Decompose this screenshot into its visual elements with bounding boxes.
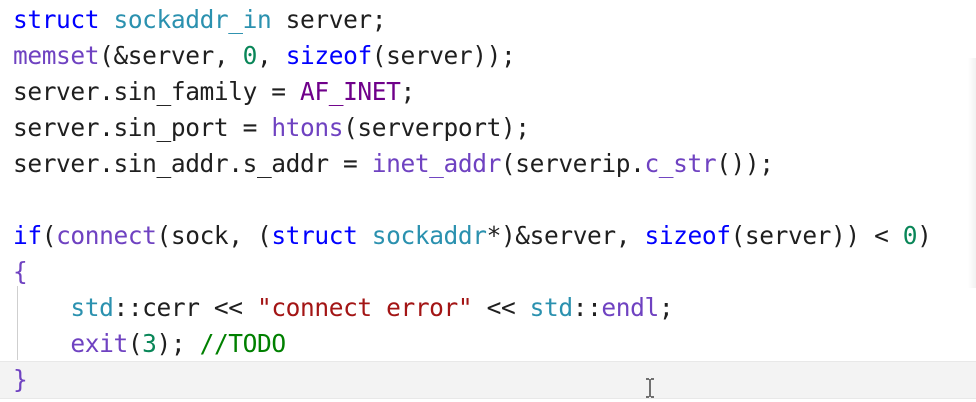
code-token: 0 xyxy=(242,41,258,70)
code-token: (sock, ( xyxy=(156,221,272,250)
code-token: ( xyxy=(127,329,143,358)
code-token: inet_addr xyxy=(371,149,502,178)
code-line-7[interactable]: if(connect(sock, (struct sockaddr*)&serv… xyxy=(13,219,932,253)
code-token: htons xyxy=(271,113,344,142)
code-token: sockaddr_in xyxy=(113,5,272,34)
code-token: (serverport); xyxy=(343,113,530,142)
code-token: << xyxy=(199,293,257,322)
code-line-3[interactable]: server.sin_family = AF_INET; xyxy=(13,75,415,109)
code-token: sizeof xyxy=(285,41,373,70)
code-token: 3 xyxy=(142,329,157,358)
code-token: struct xyxy=(13,5,100,34)
code-token: c_str xyxy=(644,149,717,178)
code-token: :: xyxy=(572,293,602,322)
code-token: exit xyxy=(70,329,128,358)
code-token: (server)); xyxy=(371,41,516,70)
code-token: ()); xyxy=(716,149,774,178)
code-line-5[interactable]: server.sin_addr.s_addr = inet_addr(serve… xyxy=(13,147,774,181)
code-token: << xyxy=(472,293,530,322)
code-line-2[interactable]: memset(&server, 0, sizeof(server)); xyxy=(13,39,516,73)
code-token: (server)) < xyxy=(730,221,903,250)
code-line-9[interactable]: std::cerr << "connect error" << std::end… xyxy=(13,291,673,325)
code-token: memset xyxy=(13,41,100,70)
code-token: std xyxy=(529,293,573,322)
code-token: 0 xyxy=(902,221,918,250)
code-line-4[interactable]: server.sin_port = htons(serverport); xyxy=(13,111,530,145)
code-token: sizeof xyxy=(644,221,731,250)
code-token: (serverip. xyxy=(500,149,645,178)
code-line-1[interactable]: struct sockaddr_in server; xyxy=(13,3,387,37)
code-token: "connect error" xyxy=(256,293,473,322)
code-editor[interactable]: struct sockaddr_in server; memset(&serve… xyxy=(0,0,976,402)
code-token: ) xyxy=(917,221,932,250)
code-token: ); xyxy=(156,329,200,358)
code-token: (&server, xyxy=(99,41,243,70)
code-token: endl xyxy=(601,293,659,322)
code-token: //TODO xyxy=(199,329,287,358)
code-token: ; xyxy=(658,293,674,322)
code-line-10[interactable]: exit(3); //TODO xyxy=(13,327,286,361)
code-token: AF_INET xyxy=(300,77,401,106)
code-token: server; xyxy=(271,5,387,34)
code-token: *)&server, xyxy=(486,221,645,250)
code-line-8[interactable]: { xyxy=(13,255,28,289)
code-token: ; xyxy=(400,77,415,106)
code-token: server.sin_port = xyxy=(13,113,272,142)
code-token: } xyxy=(13,365,28,394)
code-token: std xyxy=(70,293,114,322)
current-line-highlight xyxy=(0,361,976,399)
code-token: if xyxy=(13,221,42,250)
code-token: server.sin_family = xyxy=(13,77,301,106)
code-token: cerr xyxy=(142,293,200,322)
code-token: :: xyxy=(113,293,143,322)
code-token: ( xyxy=(41,221,57,250)
code-line-11[interactable]: } xyxy=(13,363,28,397)
code-token: server.sin_addr.s_addr = xyxy=(13,149,372,178)
code-token: struct xyxy=(271,221,358,250)
code-token: connect xyxy=(56,221,157,250)
text-cursor-icon xyxy=(646,378,654,398)
code-token: sockaddr xyxy=(371,221,487,250)
scrollbar-shadow xyxy=(968,58,976,288)
code-token: { xyxy=(13,257,28,286)
code-token: , xyxy=(256,41,286,70)
